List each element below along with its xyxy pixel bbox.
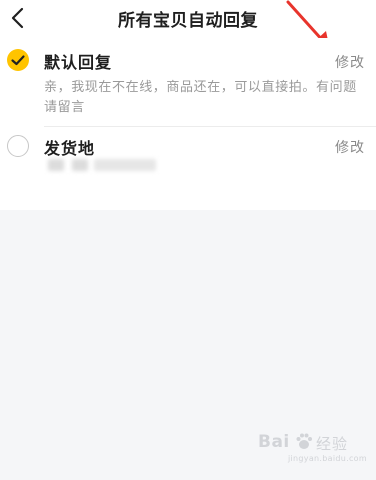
top-bar: 所有宝贝自动回复 bbox=[0, 0, 376, 38]
blurred-content bbox=[48, 159, 64, 171]
reply-item-default[interactable]: 默认回复 修改 亲，我现在不在线，商品还在，可以直接拍。有问题请留言 bbox=[0, 38, 376, 126]
checkmark-icon[interactable] bbox=[7, 49, 29, 71]
reply-description: 亲，我现在不在线，商品还在，可以直接拍。有问题请留言 bbox=[44, 80, 357, 115]
reply-title: 发货地 bbox=[44, 139, 96, 158]
blurred-content bbox=[72, 159, 88, 171]
reply-item-shipping[interactable]: 发货地 修改 bbox=[0, 126, 376, 210]
reply-title: 默认回复 bbox=[44, 53, 113, 72]
edit-button[interactable]: 修改 bbox=[335, 137, 365, 157]
watermark-url: jingyan.baidu.com bbox=[288, 454, 367, 463]
edit-button[interactable]: 修改 bbox=[335, 52, 365, 72]
baidu-watermark: Bai 经验 jingyan.baidu.com bbox=[258, 430, 367, 466]
paw-icon bbox=[296, 433, 312, 449]
radio-unchecked-icon[interactable] bbox=[7, 135, 29, 157]
auto-reply-list: 默认回复 修改 亲，我现在不在线，商品还在，可以直接拍。有问题请留言 发货地 修… bbox=[0, 38, 376, 210]
watermark-brand: Bai bbox=[258, 432, 290, 452]
page-title: 所有宝贝自动回复 bbox=[118, 11, 258, 31]
blurred-content bbox=[94, 159, 156, 171]
watermark-suffix: 经验 bbox=[316, 435, 349, 453]
